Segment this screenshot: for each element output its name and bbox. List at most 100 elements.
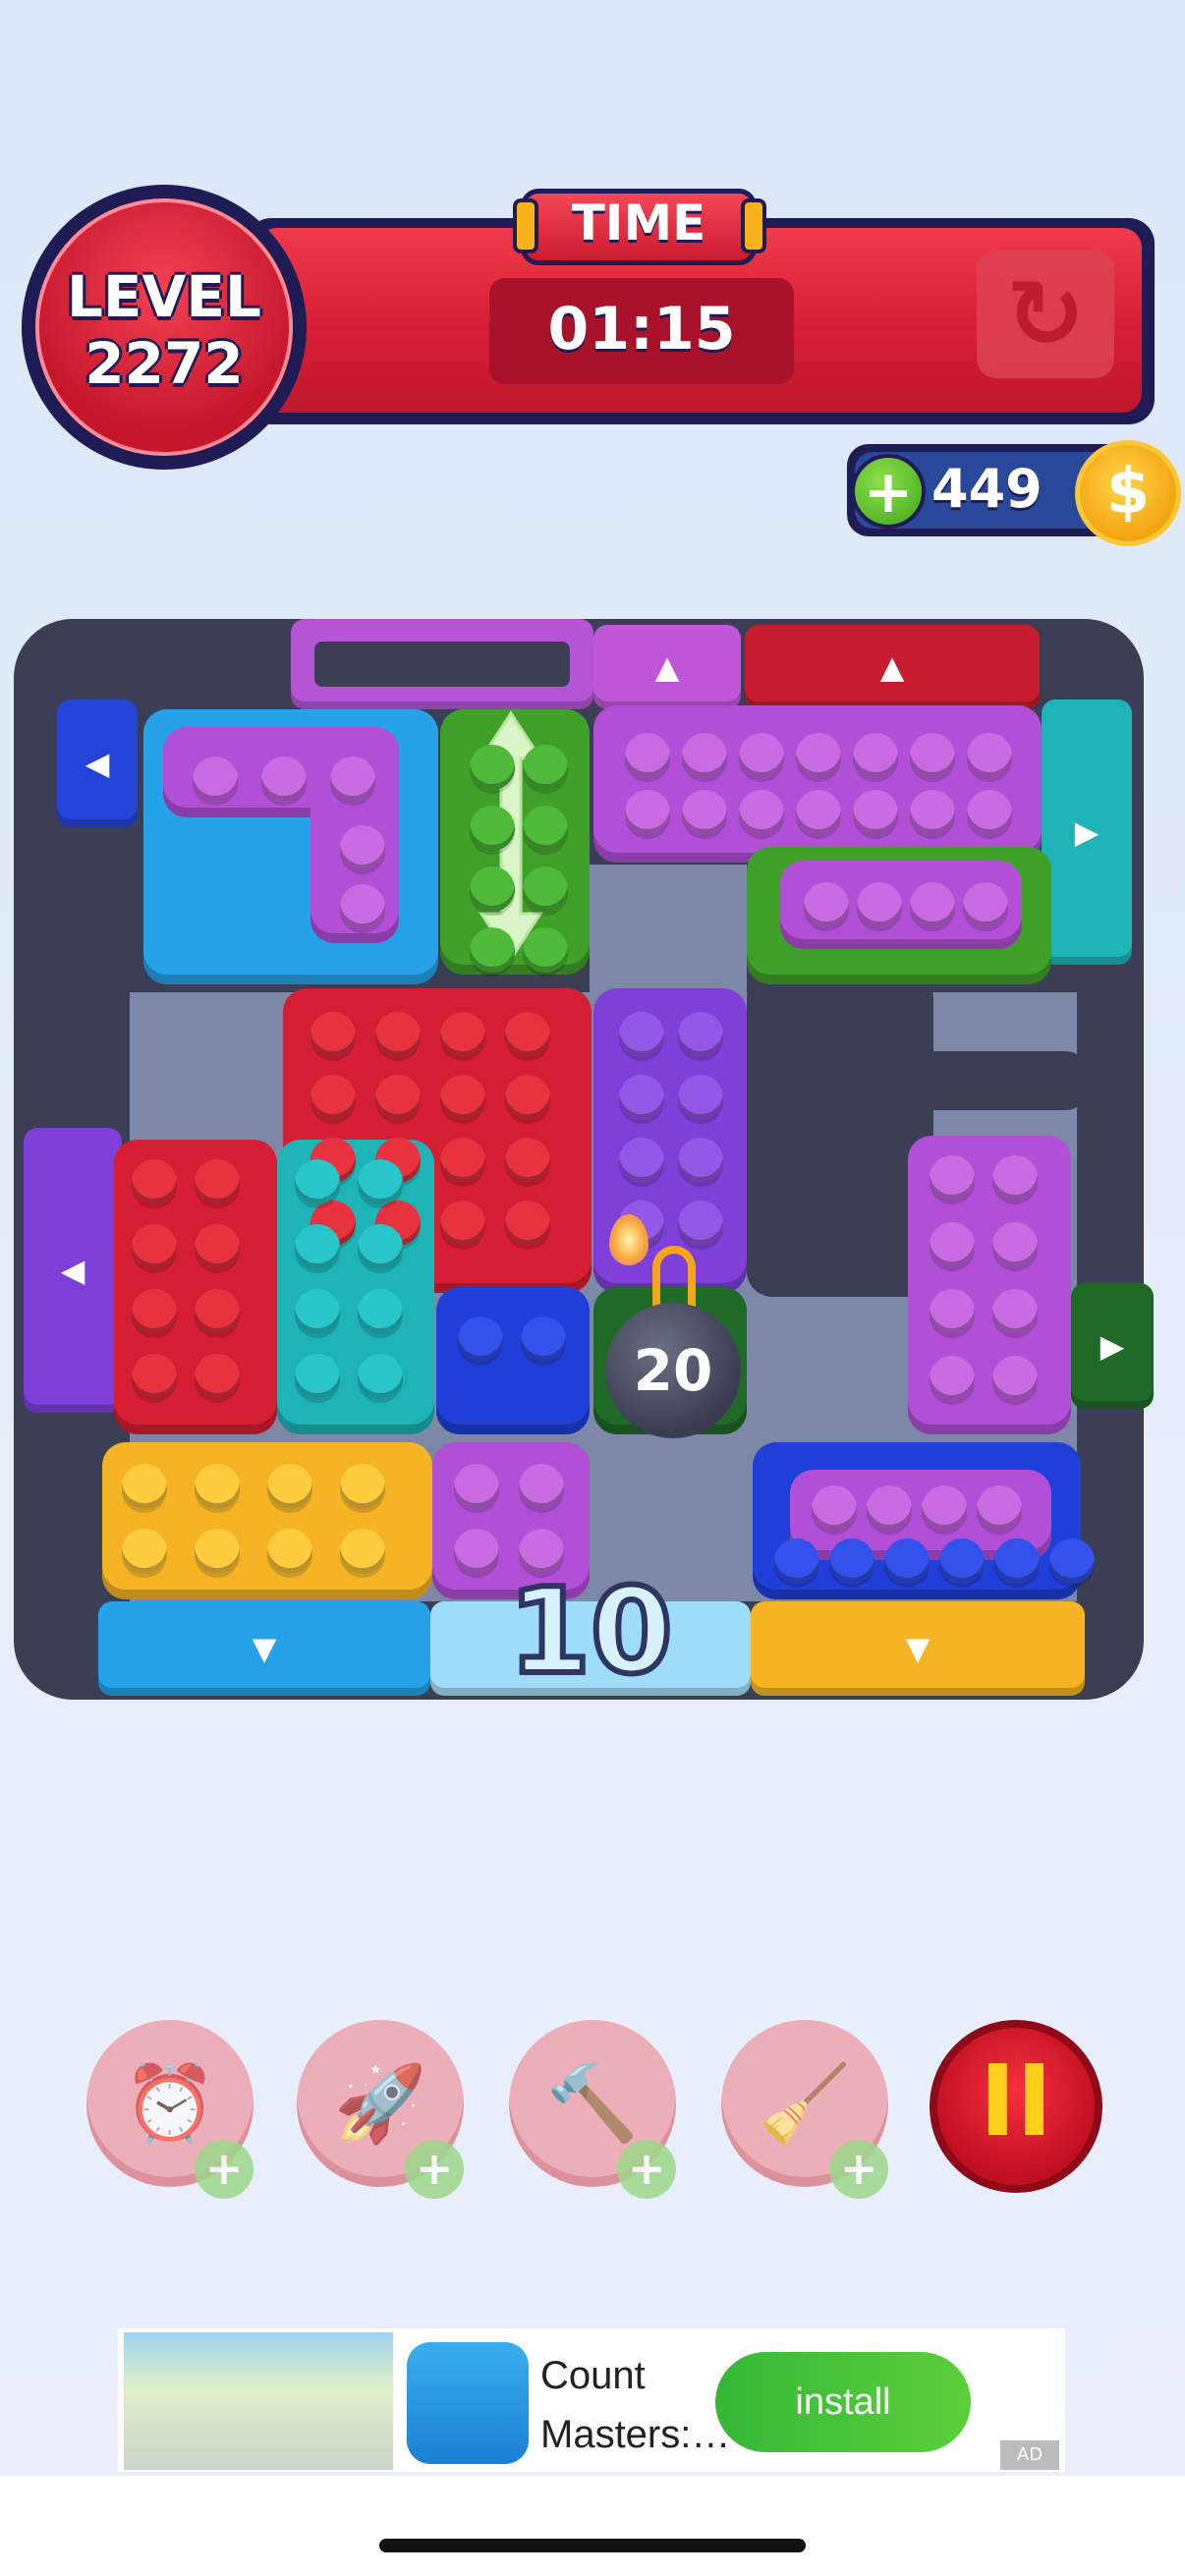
lego-stud xyxy=(967,733,1012,778)
add-coins-button[interactable]: + xyxy=(851,454,926,529)
lego-stud xyxy=(829,1539,875,1584)
lego-stud xyxy=(295,1224,340,1269)
lego-stud xyxy=(739,790,784,835)
violet-exit-gate: ◀ xyxy=(24,1128,122,1413)
lego-stud xyxy=(853,790,898,835)
hammer-icon: 🔨 xyxy=(545,2059,640,2147)
restart-icon: ↻ xyxy=(1005,259,1086,369)
lego-stud xyxy=(295,1354,340,1399)
lego-stud xyxy=(295,1159,340,1204)
home-indicator[interactable] xyxy=(379,2539,806,2552)
time-label: TIME xyxy=(571,195,706,252)
lego-stud xyxy=(678,1012,723,1057)
lego-stud xyxy=(804,882,849,927)
lego-stud xyxy=(470,745,515,790)
lego-stud xyxy=(195,1159,240,1204)
sky-exit-gate: ▼ xyxy=(98,1601,430,1696)
arrow-right-icon: ▶ xyxy=(1074,813,1100,851)
lego-stud xyxy=(340,1529,385,1574)
lego-stud xyxy=(195,1464,240,1509)
wall-block xyxy=(835,1051,1091,1110)
purple-exit-gate xyxy=(291,619,593,709)
lego-stud xyxy=(505,1201,550,1246)
lego-stud xyxy=(440,1138,485,1183)
lego-stud xyxy=(812,1485,857,1531)
alarm-clock-icon: ⏰ xyxy=(123,2059,217,2147)
booster-add-icon[interactable]: + xyxy=(617,2140,676,2199)
lego-stud xyxy=(195,1529,240,1574)
blue-lego-block[interactable] xyxy=(436,1287,590,1434)
yellow-exit-gate: ▼ xyxy=(751,1601,1085,1696)
lego-stud xyxy=(682,733,727,778)
bottom-safe-area xyxy=(0,2476,1185,2576)
arrow-right-icon: ▶ xyxy=(1100,1327,1125,1365)
lego-stud xyxy=(910,733,955,778)
red-exit-gate: ▲ xyxy=(745,625,1040,709)
lego-stud xyxy=(358,1224,403,1269)
lego-stud xyxy=(619,1075,664,1120)
bomb-counter: 20 xyxy=(605,1303,741,1438)
teal-exit-gate: ▶ xyxy=(1042,700,1132,965)
arrow-down-icon: ▼ xyxy=(905,1630,931,1667)
install-button[interactable]: install xyxy=(715,2352,971,2452)
lego-stud xyxy=(340,825,385,870)
arrow-left-icon: ◀ xyxy=(60,1252,85,1289)
booster-add-icon[interactable]: + xyxy=(829,2140,888,2199)
purple-lego-block[interactable] xyxy=(593,705,1042,863)
lego-stud xyxy=(470,806,515,851)
lego-stud xyxy=(358,1289,403,1334)
lego-stud xyxy=(884,1539,930,1584)
lego-stud xyxy=(523,927,568,973)
ad-thumbnail[interactable] xyxy=(124,2332,393,2470)
bomb-fuse xyxy=(652,1246,696,1309)
level-label: LEVEL xyxy=(66,263,262,330)
lego-stud xyxy=(523,745,568,790)
pause-button[interactable]: II xyxy=(930,2020,1102,2193)
ad-app-icon[interactable] xyxy=(407,2342,529,2464)
lego-stud xyxy=(678,1138,723,1183)
lego-stud xyxy=(340,884,385,929)
rocket-icon: 🚀 xyxy=(333,2059,427,2147)
lego-stud xyxy=(261,756,307,802)
lego-stud xyxy=(930,1155,975,1201)
lego-stud xyxy=(132,1159,177,1204)
booster-add-icon[interactable]: + xyxy=(405,2140,464,2199)
board-floor xyxy=(590,865,747,1002)
lego-stud xyxy=(994,1539,1040,1584)
lego-stud xyxy=(122,1529,167,1574)
lego-stud xyxy=(132,1224,177,1269)
lego-stud xyxy=(440,1012,485,1057)
lego-stud xyxy=(458,1316,503,1362)
blue-exit-gate: ◀ xyxy=(57,700,138,827)
lego-stud xyxy=(505,1075,550,1120)
lego-stud xyxy=(358,1159,403,1204)
lego-stud xyxy=(774,1539,819,1584)
lego-stud xyxy=(678,1201,723,1246)
lego-stud xyxy=(330,756,375,802)
lego-stud xyxy=(796,733,841,778)
lego-stud xyxy=(454,1464,499,1509)
lego-stud xyxy=(519,1464,564,1509)
lego-stud xyxy=(930,1289,975,1334)
lego-stud xyxy=(857,882,902,927)
lego-stud xyxy=(619,1012,664,1057)
lego-stud xyxy=(132,1354,177,1399)
lego-stud xyxy=(853,733,898,778)
lego-stud xyxy=(122,1464,167,1509)
lego-stud xyxy=(977,1485,1022,1531)
level-indicator: LEVEL 2272 xyxy=(35,263,293,397)
booster-add-icon[interactable]: + xyxy=(195,2140,254,2199)
lego-stud xyxy=(910,882,955,927)
lego-stud xyxy=(470,927,515,973)
lego-stud xyxy=(440,1075,485,1120)
lego-stud xyxy=(739,733,784,778)
lego-stud xyxy=(992,1356,1038,1401)
lego-stud xyxy=(375,1075,421,1120)
restart-button[interactable]: ↻ xyxy=(977,251,1114,378)
arrow-down-icon: ▼ xyxy=(252,1630,277,1667)
lego-stud xyxy=(505,1012,550,1057)
lego-stud xyxy=(375,1012,421,1057)
lego-stud xyxy=(310,1075,356,1120)
ad-title[interactable]: Count Masters:… xyxy=(540,2346,730,2464)
lego-stud xyxy=(505,1138,550,1183)
